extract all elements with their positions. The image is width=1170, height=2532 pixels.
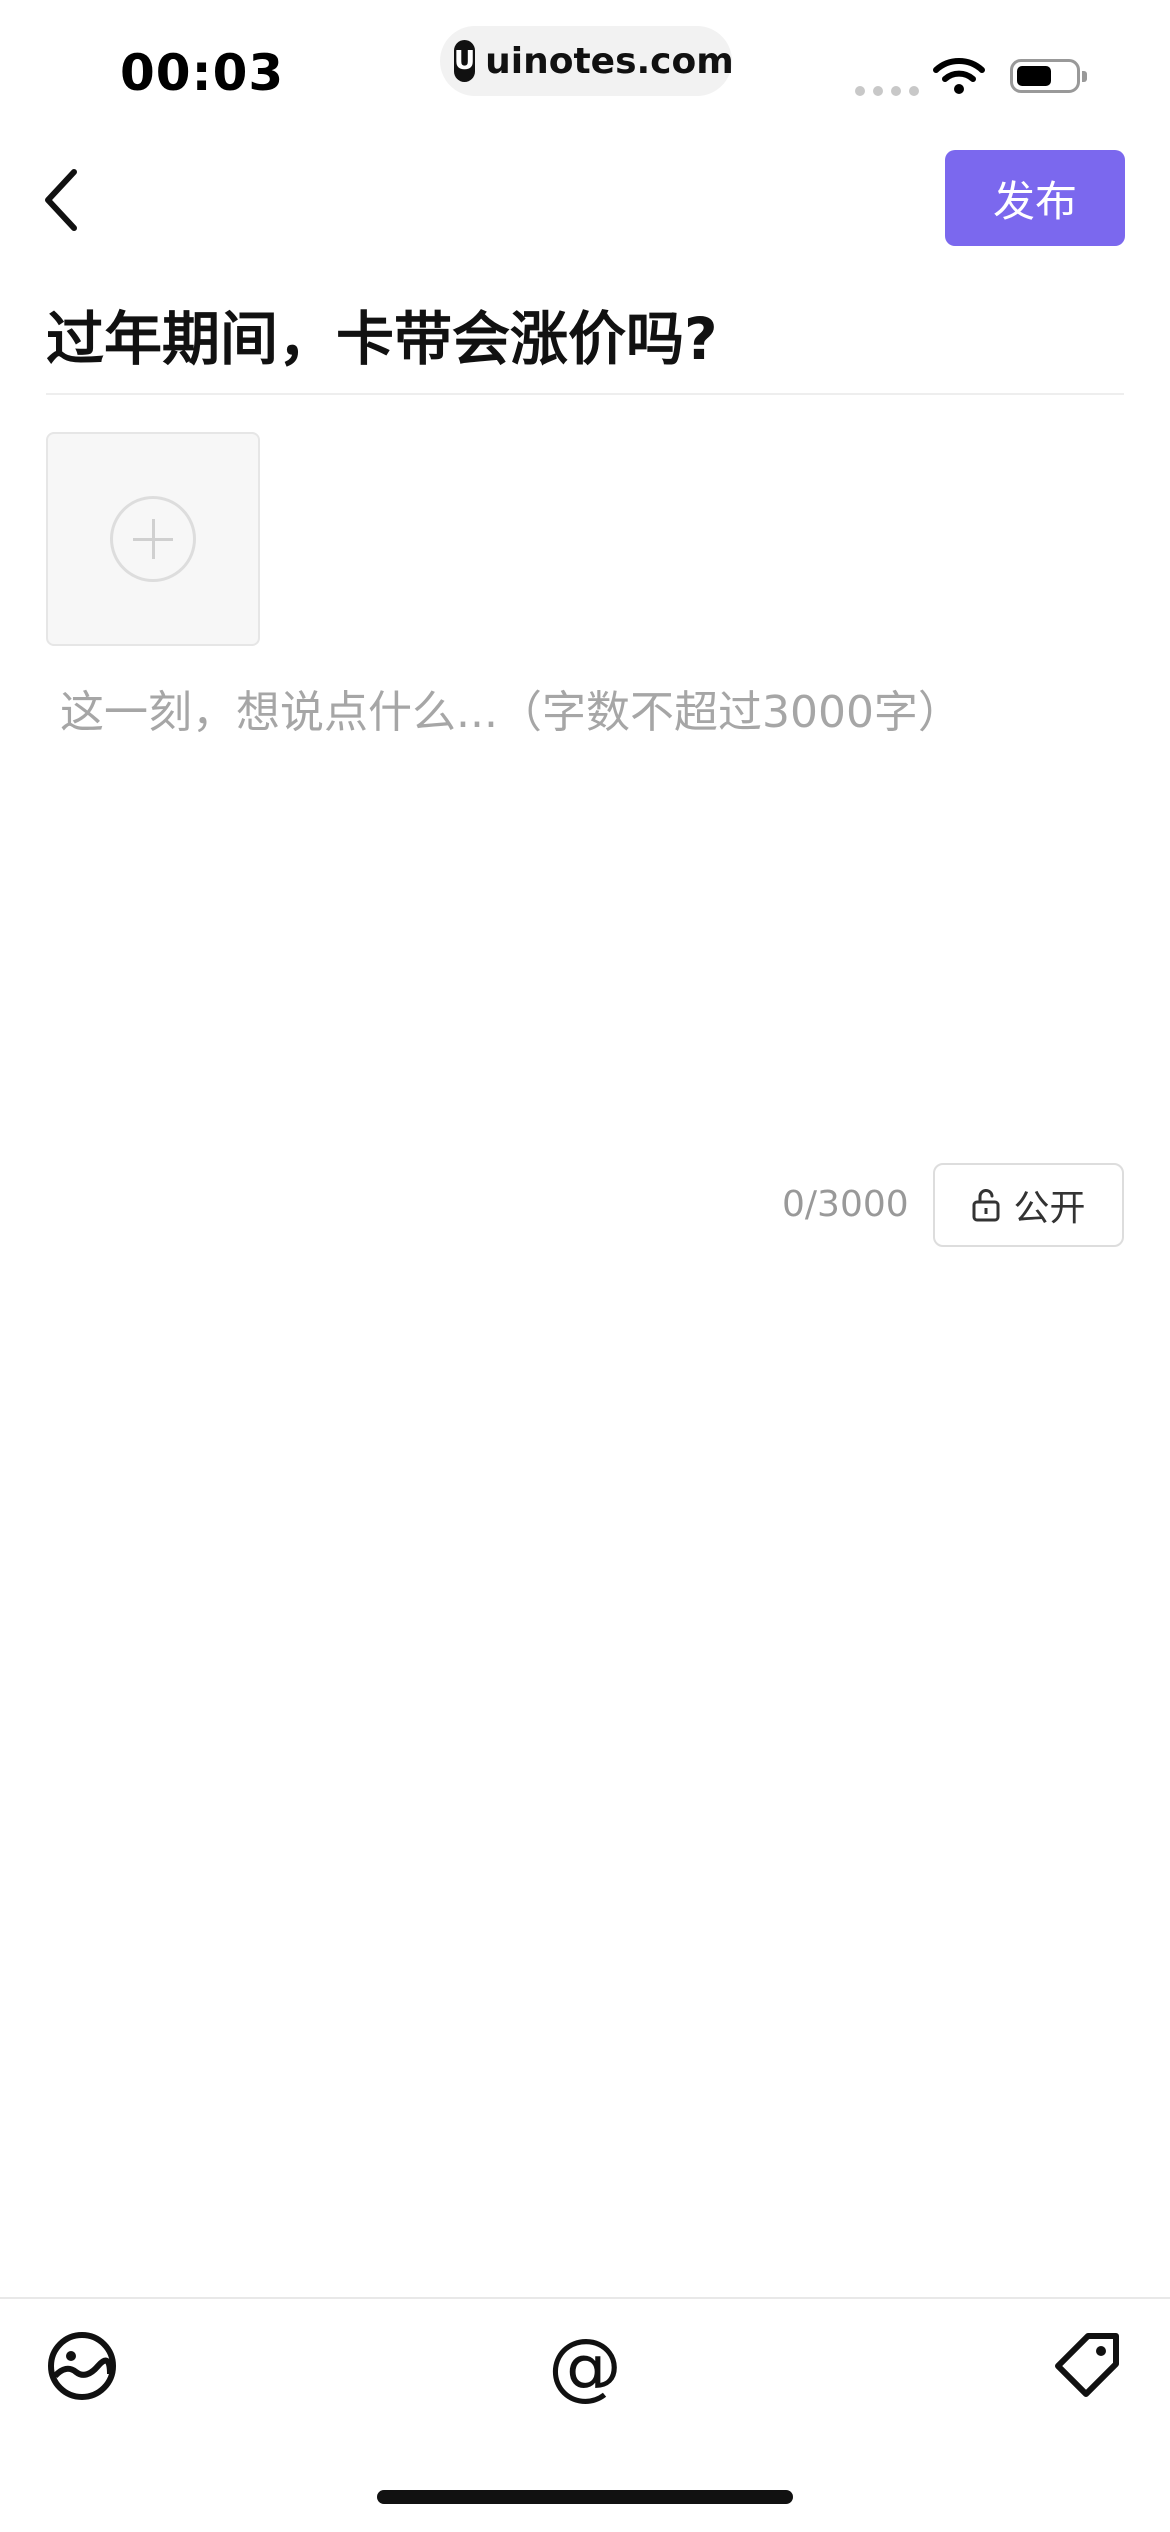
- toolbar-divider: [0, 2297, 1170, 2299]
- back-button[interactable]: [40, 160, 90, 240]
- post-body-input[interactable]: 这一刻，想说点什么...（字数不超过3000字）: [60, 676, 962, 740]
- at-mention-icon: @: [548, 2323, 622, 2409]
- tag-button[interactable]: [1048, 2326, 1128, 2406]
- watermark-text: uinotes.com: [485, 40, 734, 82]
- insert-image-button[interactable]: [42, 2326, 122, 2406]
- unlock-icon: [972, 1189, 1000, 1222]
- signal-icon: [855, 86, 919, 96]
- watermark-logo-icon: U: [454, 40, 476, 82]
- watermark-badge: U uinotes.com: [440, 26, 734, 96]
- visibility-toggle-button[interactable]: 公开: [933, 1163, 1124, 1247]
- mention-button[interactable]: @: [545, 2326, 625, 2406]
- char-counter: 0/3000: [782, 1184, 909, 1225]
- image-icon: [48, 2332, 116, 2400]
- publish-button[interactable]: 发布: [945, 150, 1125, 246]
- home-indicator[interactable]: [377, 2490, 793, 2504]
- post-title[interactable]: 过年期间，卡带会涨价吗?: [46, 292, 718, 376]
- visibility-label: 公开: [1013, 1188, 1086, 1229]
- battery-icon: [1010, 59, 1087, 93]
- plus-circle-icon: [110, 496, 196, 582]
- wifi-icon: [933, 58, 985, 94]
- tag-icon: [1055, 2333, 1119, 2397]
- title-divider: [46, 393, 1124, 395]
- add-image-button[interactable]: [46, 432, 260, 646]
- status-time: 00:03: [120, 44, 285, 102]
